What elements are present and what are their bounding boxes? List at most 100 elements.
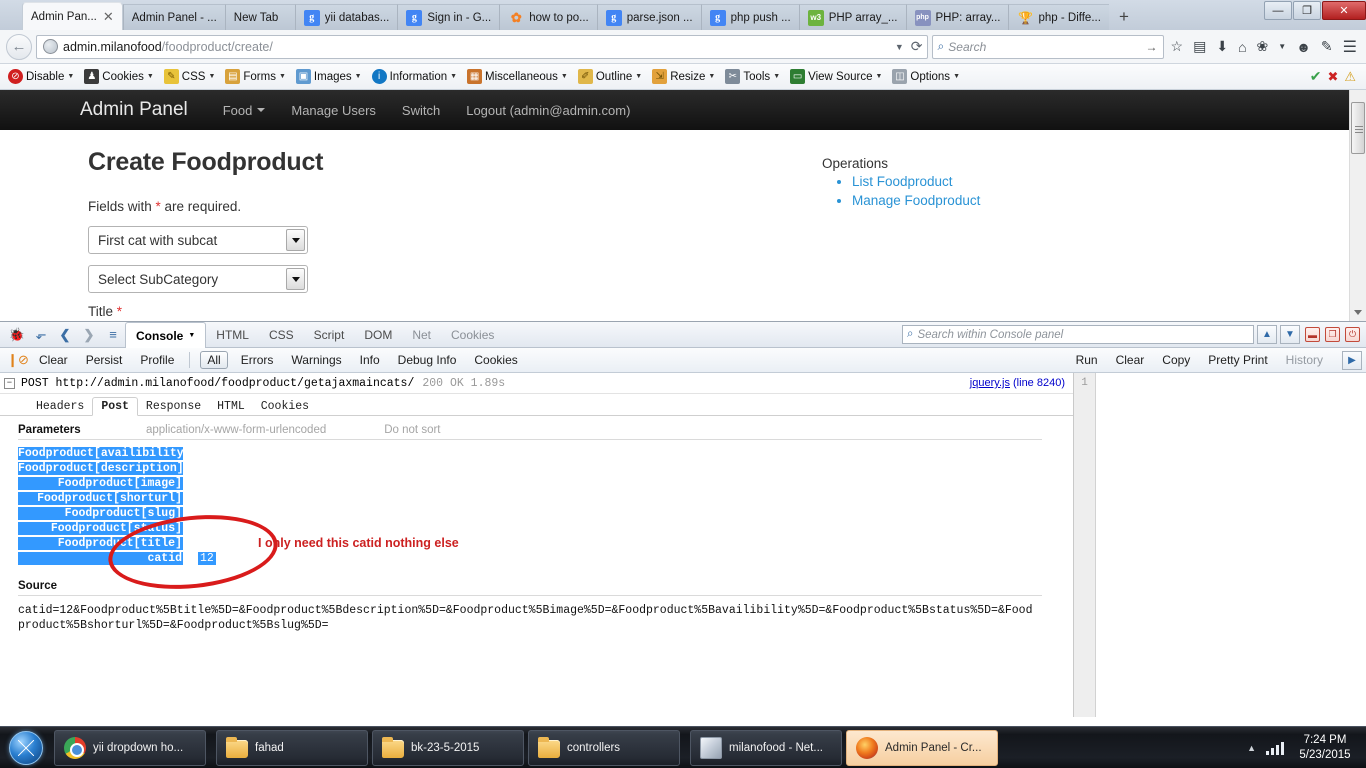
browser-tab[interactable]: Admin Panel - ... bbox=[122, 4, 225, 30]
minimize-button[interactable]: — bbox=[1264, 1, 1292, 20]
browser-tab[interactable]: New Tab bbox=[224, 4, 295, 30]
tab-response[interactable]: Response bbox=[138, 398, 209, 415]
list-item[interactable]: List Foodproduct bbox=[852, 174, 1102, 189]
back-arrow-icon[interactable]: ← bbox=[6, 33, 32, 60]
browser-tab[interactable]: g parse.json ... bbox=[596, 4, 701, 30]
smiley-icon[interactable]: ☻ bbox=[1293, 39, 1314, 55]
downloads-icon[interactable]: ⬇ bbox=[1213, 38, 1231, 55]
table-row[interactable]: Foodproduct[shorturl] bbox=[18, 491, 1073, 506]
nav-item-logout[interactable]: Logout (admin@admin.com) bbox=[453, 103, 643, 118]
tab-cookies[interactable]: Cookies bbox=[253, 398, 317, 415]
command-copy-button[interactable]: Copy bbox=[1153, 353, 1199, 367]
chevron-down-icon[interactable]: ▼ bbox=[1275, 42, 1289, 51]
webdev-outline-menu[interactable]: ✐ Outline ▼ bbox=[574, 69, 646, 84]
webdev-forms-menu[interactable]: ▤ Forms ▼ bbox=[221, 69, 290, 84]
category-select[interactable]: First cat with subcat bbox=[88, 226, 308, 254]
operations-link-manage-foodproduct[interactable]: Manage Foodproduct bbox=[852, 193, 980, 208]
scrollbar-thumb[interactable] bbox=[1351, 102, 1365, 154]
tab-headers[interactable]: Headers bbox=[28, 398, 92, 415]
dropdown-icon[interactable]: ▼ bbox=[895, 42, 904, 52]
console-filter-info[interactable]: Info bbox=[351, 353, 389, 367]
forward-icon[interactable]: ❯ bbox=[77, 327, 101, 343]
tab-html[interactable]: HTML bbox=[209, 398, 253, 415]
nav-item-manage-users[interactable]: Manage Users bbox=[278, 103, 389, 118]
brand-title[interactable]: Admin Panel bbox=[80, 99, 188, 121]
tab-css[interactable]: CSS bbox=[259, 322, 304, 348]
red-error-icon[interactable]: ✖ bbox=[1327, 69, 1338, 85]
webdev-resize-menu[interactable]: ⇲ Resize ▼ bbox=[648, 69, 719, 84]
console-options-icon[interactable]: ≡ bbox=[101, 327, 125, 342]
tab-console[interactable]: Console ▼ bbox=[125, 322, 207, 348]
webdev-options-menu[interactable]: ◫ Options ▼ bbox=[888, 69, 964, 84]
subcategory-select[interactable]: Select SubCategory bbox=[88, 265, 308, 293]
console-filter-cookies[interactable]: Cookies bbox=[465, 353, 526, 367]
table-row[interactable]: Foodproduct[image] bbox=[18, 476, 1073, 491]
table-row[interactable]: catid 12 bbox=[18, 551, 1073, 566]
table-row[interactable]: Foodproduct[status] bbox=[18, 521, 1073, 536]
webdev-information-menu[interactable]: i Information ▼ bbox=[368, 69, 461, 84]
command-editor[interactable]: 1 bbox=[1074, 373, 1366, 717]
webdev-miscellaneous-menu[interactable]: ▦ Miscellaneous ▼ bbox=[463, 69, 572, 84]
break-on-error-icon[interactable]: ❙⊘ bbox=[6, 352, 30, 368]
console-clear-button[interactable]: Clear bbox=[30, 353, 77, 367]
webdev-cookies-menu[interactable]: ♟ Cookies ▼ bbox=[80, 69, 158, 84]
console-filter-errors[interactable]: Errors bbox=[232, 353, 283, 367]
taskbar-item-bk[interactable]: bk-23-5-2015 bbox=[372, 729, 524, 766]
start-button[interactable] bbox=[2, 729, 50, 767]
webdev-css-menu[interactable]: ✎ CSS ▼ bbox=[160, 69, 220, 84]
tab-dom[interactable]: DOM bbox=[354, 322, 402, 348]
close-panel-icon[interactable]: ⏻ bbox=[1345, 327, 1360, 342]
taskbar-item-chrome[interactable]: yii dropdown ho... bbox=[54, 729, 206, 766]
webdev-disable-menu[interactable]: ⊘ Disable ▼ bbox=[4, 69, 78, 84]
firebug-icon[interactable]: 🐞 bbox=[5, 327, 29, 343]
scroll-down-arrow-icon[interactable] bbox=[1354, 310, 1362, 315]
tab-html[interactable]: HTML bbox=[206, 322, 259, 348]
taskbar-item-milanofood[interactable]: milanofood - Net... bbox=[690, 729, 842, 766]
tab-post[interactable]: Post bbox=[92, 397, 138, 416]
webdev-tools-menu[interactable]: ✂ Tools ▼ bbox=[721, 69, 784, 84]
browser-tab[interactable]: Admin Pan... ✕ bbox=[22, 2, 123, 30]
home-icon[interactable]: ⌂ bbox=[1235, 39, 1249, 55]
firebug-search-input[interactable]: ⌕ Search within Console panel bbox=[902, 325, 1254, 344]
tab-net[interactable]: Net bbox=[402, 322, 441, 348]
browser-tab[interactable]: g Sign in - G... bbox=[397, 4, 500, 30]
browser-tab[interactable]: g php push ... bbox=[700, 4, 799, 30]
detach-panel-icon[interactable]: ❐ bbox=[1325, 327, 1340, 342]
browser-tab[interactable]: ✿ how to po... bbox=[499, 4, 597, 30]
chevron-down-icon[interactable] bbox=[286, 229, 305, 251]
console-filter-all[interactable]: All bbox=[200, 351, 228, 369]
webdev-images-menu[interactable]: ▣ Images ▼ bbox=[292, 69, 366, 84]
yellow-warning-icon[interactable]: ⚠ bbox=[1344, 69, 1356, 85]
search-prev-icon[interactable]: ▲ bbox=[1257, 325, 1277, 344]
pocket-icon[interactable]: ❀ bbox=[1254, 38, 1272, 55]
log-entry-source[interactable]: jquery.js (line 8240) bbox=[970, 377, 1073, 389]
reader-icon[interactable]: ▤ bbox=[1190, 38, 1209, 55]
table-row[interactable]: Foodproduct[title] bbox=[18, 536, 1073, 551]
green-check-icon[interactable]: ✔ bbox=[1310, 68, 1322, 85]
close-button[interactable]: ✕ bbox=[1322, 1, 1366, 20]
page-scrollbar[interactable] bbox=[1349, 90, 1366, 321]
search-next-icon[interactable]: ▼ bbox=[1280, 325, 1300, 344]
browser-tab[interactable]: 🏆 php - Diffe... bbox=[1008, 4, 1109, 30]
restore-button[interactable]: ❐ bbox=[1293, 1, 1321, 20]
console-log-entry[interactable]: − POST http://admin.milanofood/foodprodu… bbox=[0, 373, 1073, 394]
webdev-view-source-menu[interactable]: ▭ View Source ▼ bbox=[786, 69, 886, 84]
url-bar[interactable]: admin.milanofood /foodproduct/create/ ▼ … bbox=[36, 34, 928, 59]
back-icon[interactable]: ❮ bbox=[53, 327, 77, 343]
reload-icon[interactable]: ⟳ bbox=[911, 38, 923, 55]
operations-link-list-foodproduct[interactable]: List Foodproduct bbox=[852, 174, 953, 189]
collapse-twisty-icon[interactable]: − bbox=[4, 377, 15, 389]
table-row[interactable]: Foodproduct[description] bbox=[18, 461, 1073, 476]
go-arrow-icon[interactable]: → bbox=[1146, 40, 1158, 54]
inspect-icon[interactable]: ⬐ bbox=[29, 327, 53, 343]
parameters-sort-note[interactable]: Do not sort bbox=[384, 424, 440, 436]
console-persist-button[interactable]: Persist bbox=[77, 353, 132, 367]
nav-item-food[interactable]: Food bbox=[210, 103, 279, 118]
table-row[interactable]: Foodproduct[slug] bbox=[18, 506, 1073, 521]
search-input[interactable]: ⌕ Search → bbox=[931, 34, 1164, 59]
highlighter-icon[interactable]: ✎ bbox=[1318, 38, 1336, 55]
table-row[interactable]: Foodproduct[availibility] bbox=[18, 446, 1073, 461]
console-profile-button[interactable]: Profile bbox=[131, 353, 183, 367]
new-tab-button[interactable]: + bbox=[1109, 4, 1139, 30]
taskbar-item-controllers[interactable]: controllers bbox=[528, 729, 680, 766]
